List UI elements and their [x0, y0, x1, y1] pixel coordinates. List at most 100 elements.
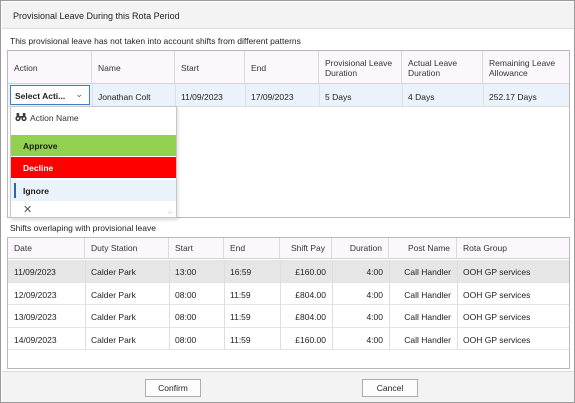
shifts-col-station[interactable]: Duty Station [85, 238, 169, 258]
divider [280, 327, 281, 350]
shift-start: 13:00 [175, 267, 197, 277]
shifts-col-date[interactable]: Date [8, 238, 85, 258]
chevron-down-icon[interactable]: ⌄ [75, 89, 83, 100]
shift-end: 11:59 [230, 312, 251, 322]
divider [332, 282, 333, 305]
table-row[interactable]: 11/09/2023 Calder Park 13:00 16:59 £160.00 4:… [8, 260, 569, 283]
shifts-col-pay[interactable]: Shift Pay [280, 238, 332, 258]
shift-start: 08:00 [175, 334, 197, 345]
shifts-col-end[interactable]: End [224, 238, 280, 258]
divider [389, 305, 390, 328]
divider [224, 327, 225, 350]
divider [224, 260, 225, 283]
shift-station: Calder Park [91, 267, 136, 277]
provisional-leave-dialog: Provisional Leave During this Rota Perio… [0, 0, 575, 403]
shift-date: 13/09/2023 [14, 312, 57, 322]
divider [457, 305, 458, 328]
shift-group: OOH GP services [463, 289, 531, 300]
divider [169, 282, 170, 305]
leave-col-remaining[interactable]: Remaining Leave Allowance [483, 51, 569, 83]
option-approve[interactable]: Approve [11, 135, 176, 156]
shift-pay: £804.00 [295, 289, 326, 300]
divider [319, 84, 320, 107]
divider [457, 327, 458, 350]
shift-date: 11/09/2023 [14, 267, 56, 277]
shift-duration: 4:00 [366, 267, 383, 277]
shift-duration: 4:00 [366, 334, 383, 345]
shifts-caption: Shifts overlaping with provisional leave [10, 223, 156, 233]
divider [280, 260, 281, 283]
divider [280, 282, 281, 305]
divider [224, 305, 225, 328]
divider [169, 260, 170, 283]
shift-group: OOH GP services [463, 334, 531, 345]
shift-date: 12/09/2023 [14, 289, 57, 300]
button-bar: Confirm Cancel [2, 371, 574, 402]
divider [483, 84, 484, 107]
divider [224, 282, 225, 305]
option-ignore[interactable]: Ignore [11, 180, 176, 201]
divider [169, 327, 170, 350]
shift-post: Call Handler [404, 267, 451, 277]
dialog-title: Provisional Leave During this Rota Perio… [13, 11, 180, 21]
shift-duration: 4:00 [366, 289, 383, 300]
shift-duration: 4:00 [366, 312, 383, 322]
shift-pay: £160.00 [295, 267, 326, 277]
shift-end: 11:59 [230, 289, 251, 300]
leave-col-actual[interactable]: Actual Leave Duration [402, 51, 483, 83]
shifts-col-post[interactable]: Post Name [389, 238, 457, 258]
action-select[interactable]: Select Acti... ⌄ [10, 85, 90, 105]
divider [85, 260, 86, 283]
shift-station: Calder Park [91, 289, 136, 300]
shift-pay: £160.00 [295, 334, 326, 345]
divider [389, 282, 390, 305]
divider [175, 84, 176, 107]
leave-col-provisional[interactable]: Provisional Leave Duration [319, 51, 402, 83]
leave-col-start[interactable]: Start [175, 51, 245, 83]
shift-group: OOH GP services [463, 312, 531, 322]
focus-indicator [14, 183, 16, 198]
table-row[interactable]: 14/09/2023 Calder Park 08:00 11:59 £160.00 4:… [8, 327, 569, 350]
shift-post: Call Handler [404, 334, 451, 345]
leave-end: 17/09/2023 [251, 92, 294, 102]
leave-grid-header: Action Name Start End Provisional Leave … [8, 51, 569, 84]
shift-station: Calder Park [91, 334, 136, 345]
shift-end: 16:59 [230, 267, 252, 277]
shift-station: Calder Park [91, 312, 136, 322]
option-decline[interactable]: Decline [11, 157, 176, 178]
divider [389, 260, 390, 283]
divider [332, 327, 333, 350]
leave-caption: This provisional leave has not taken int… [10, 36, 301, 46]
divider [402, 84, 403, 107]
shift-post: Call Handler [404, 289, 451, 300]
close-icon[interactable]: ✕ [23, 203, 32, 216]
leave-provisional: 5 Days [325, 92, 352, 102]
shift-start: 08:00 [175, 289, 197, 300]
leave-col-end[interactable]: End [245, 51, 319, 83]
shift-start: 08:00 [175, 312, 197, 322]
dropdown-header: Action Name [11, 107, 176, 129]
shift-post: Call Handler [404, 312, 451, 322]
divider [332, 260, 333, 283]
dropdown-footer: ✕ ⁘ [11, 203, 176, 218]
shifts-col-start[interactable]: Start [169, 238, 224, 258]
leave-col-name[interactable]: Name [92, 51, 175, 83]
shift-end: 11:59 [230, 334, 251, 345]
dropdown-header-label: Action Name [30, 113, 79, 123]
resize-grip-icon[interactable]: ⁘ [167, 209, 173, 217]
shifts-grid-header: Date Duty Station Start End Shift Pay Du… [8, 238, 569, 259]
shift-pay: £804.00 [295, 312, 326, 322]
table-row[interactable]: 13/09/2023 Calder Park 08:00 11:59 £804.00 4:… [8, 305, 569, 328]
divider [457, 282, 458, 305]
divider [92, 84, 93, 107]
leave-col-action[interactable]: Action [8, 51, 92, 83]
cancel-button[interactable]: Cancel [362, 379, 418, 397]
shifts-col-group[interactable]: Rota Group [457, 238, 569, 258]
shifts-col-duration[interactable]: Duration [332, 238, 389, 258]
table-row[interactable]: 12/09/2023 Calder Park 08:00 11:59 £804.00 4:… [8, 282, 569, 305]
leave-remaining: 252.17 Days [489, 92, 537, 102]
shift-group: OOH GP services [463, 267, 531, 277]
divider [169, 305, 170, 328]
confirm-button[interactable]: Confirm [145, 379, 201, 397]
leave-start: 11/09/2023 [181, 92, 223, 102]
